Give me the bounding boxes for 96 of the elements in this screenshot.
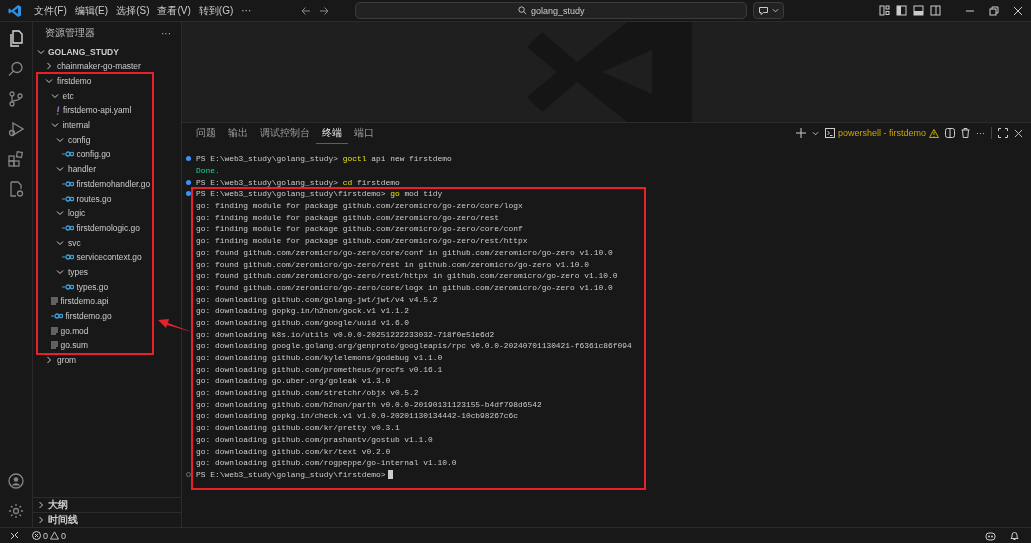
tree-item[interactable]: firstdemo	[33, 73, 181, 89]
exclamation-icon	[56, 105, 60, 115]
tree-item[interactable]: config	[33, 132, 181, 148]
document-gear-icon[interactable]	[8, 181, 24, 197]
chevron-down-icon[interactable]	[56, 135, 64, 144]
tree-item[interactable]: internal	[33, 117, 181, 133]
chevron-down-icon[interactable]	[56, 238, 64, 247]
tree-item[interactable]: go.sum	[33, 338, 181, 353]
error-icon	[32, 531, 41, 540]
go-file-icon	[61, 151, 74, 158]
tree-item[interactable]: svc	[33, 235, 181, 250]
panel-tab[interactable]: 输出	[222, 123, 254, 143]
text-lines-icon	[50, 341, 58, 350]
problems-button[interactable]: 0 0	[32, 530, 67, 541]
tree-item[interactable]: handler	[33, 161, 181, 177]
tree-item[interactable]: grom	[33, 352, 181, 368]
extensions-icon[interactable]	[8, 151, 24, 167]
chevron-right-icon[interactable]	[45, 62, 53, 71]
text-lines-icon	[50, 297, 58, 306]
chevron-down-icon[interactable]	[56, 209, 64, 218]
chevron-down-icon[interactable]	[56, 165, 64, 174]
panel-tab[interactable]: 调试控制台	[254, 123, 316, 143]
settings-icon[interactable]	[8, 503, 24, 519]
tree-item[interactable]: firstdemo-api.yaml	[33, 103, 181, 118]
chevron-down-icon[interactable]	[45, 77, 53, 86]
chevron-down-icon[interactable]	[56, 267, 64, 276]
tree-item[interactable]: types	[33, 264, 181, 280]
menu-item[interactable]: ···	[237, 3, 256, 18]
go-file-icon	[61, 283, 74, 290]
search-field[interactable]: golang_study	[355, 2, 748, 19]
go-file-icon	[61, 254, 74, 261]
toggle-secondary-sidebar-icon[interactable]	[930, 5, 941, 16]
panel-tab[interactable]: 端口	[348, 123, 380, 143]
chat-bubble-icon	[758, 5, 770, 16]
chat-button[interactable]	[753, 2, 785, 19]
close-icon[interactable]	[1013, 5, 1023, 16]
search-icon[interactable]	[8, 61, 24, 77]
app-logo-icon	[8, 3, 22, 18]
caret-icon	[772, 7, 780, 14]
forward-arrow-icon[interactable]	[319, 5, 330, 16]
chevron-down-icon[interactable]	[50, 121, 59, 130]
tree-item[interactable]: firstdemologic.go	[33, 220, 181, 236]
files-icon[interactable]	[8, 30, 24, 47]
chevron-icon[interactable]	[37, 47, 45, 56]
warning-icon	[929, 128, 939, 138]
menu-item[interactable]: 选择(S)	[112, 1, 154, 20]
bell-icon[interactable]	[1010, 530, 1019, 541]
go-file-icon	[50, 313, 63, 320]
menu-item[interactable]: 查看(V)	[153, 1, 195, 20]
text-lines-icon	[50, 326, 58, 335]
tree-item[interactable]: firstdemo.go	[33, 308, 181, 324]
account-icon[interactable]	[8, 473, 24, 489]
tree-item[interactable]: logic	[33, 205, 181, 221]
tree-item[interactable]: firstdemohandler.go	[33, 176, 181, 192]
back-arrow-icon[interactable]	[301, 5, 312, 16]
more-actions-button[interactable]: ···	[161, 27, 171, 39]
tree-item[interactable]: types.go	[33, 279, 181, 294]
warning-icon	[50, 531, 59, 540]
sidebar-title: 资源管理器	[45, 26, 95, 40]
remote-icon[interactable]	[9, 531, 19, 540]
terminal-icon	[824, 128, 835, 138]
copilot-icon[interactable]	[985, 530, 996, 541]
run-debug-icon[interactable]	[8, 121, 24, 137]
trash-icon[interactable]	[961, 128, 970, 138]
tree-item[interactable]: go.mod	[33, 323, 181, 339]
tree-item[interactable]: etc	[33, 88, 181, 104]
tree-item[interactable]: routes.go	[33, 191, 181, 206]
toggle-panel-icon[interactable]	[913, 5, 924, 16]
panel-tab[interactable]: 终端	[316, 122, 348, 144]
go-file-icon	[61, 195, 74, 202]
chevron-right-icon[interactable]	[45, 356, 53, 365]
tree-item[interactable]: firstdemo.api	[33, 294, 181, 309]
restore-icon[interactable]	[989, 5, 999, 16]
search-icon	[518, 6, 527, 15]
section-header[interactable]: 大纲	[33, 497, 181, 512]
split-icon[interactable]	[945, 128, 955, 138]
caret-icon[interactable]	[811, 129, 819, 137]
terminal-instance[interactable]: powershell - firstdemo	[824, 128, 939, 138]
more-actions-button[interactable]: ···	[976, 128, 985, 138]
go-file-icon	[61, 180, 74, 187]
menu-item[interactable]: 文件(F)	[30, 1, 71, 20]
customize-layout-icon[interactable]	[879, 5, 890, 16]
maximize-icon[interactable]	[998, 128, 1008, 138]
close-icon[interactable]	[1014, 128, 1023, 138]
panel-tab[interactable]: 问题	[190, 123, 222, 143]
menu-item[interactable]: 转到(G)	[194, 1, 238, 20]
section-header[interactable]: GOLANG_STUDY	[33, 44, 181, 59]
tree-item[interactable]: config.go	[33, 147, 181, 162]
go-file-icon	[61, 224, 74, 231]
menu-item[interactable]: 编辑(E)	[70, 1, 113, 20]
tree-item[interactable]: chainmaker-go-master	[33, 59, 181, 74]
chevron-down-icon[interactable]	[50, 91, 59, 100]
plus-icon[interactable]	[795, 128, 806, 138]
source-control-icon[interactable]	[8, 91, 24, 107]
tree-item[interactable]: servicecontext.go	[33, 249, 181, 265]
toggle-sidebar-icon[interactable]	[896, 5, 907, 16]
